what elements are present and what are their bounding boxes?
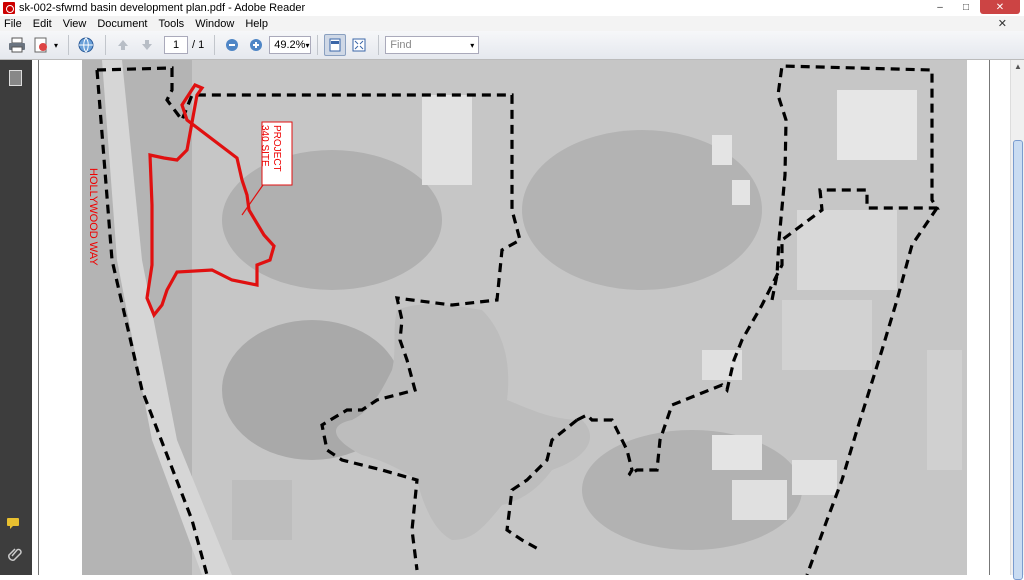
menu-edit[interactable]: Edit <box>33 18 52 30</box>
zoom-select[interactable]: 49.2% ▾ <box>269 36 312 54</box>
vertical-scrollbar[interactable]: ▲ <box>1010 60 1024 580</box>
road-label: HOLLYWOOD WAY <box>87 168 99 266</box>
zoom-in-button[interactable] <box>245 34 267 56</box>
site-plan-drawing <box>82 60 967 575</box>
toolbar-separator <box>68 35 70 55</box>
chevron-down-icon[interactable]: ▾ <box>470 41 474 50</box>
pages-icon[interactable] <box>9 70 22 86</box>
menu-document[interactable]: Document <box>97 18 147 30</box>
fit-page-icon <box>352 38 366 52</box>
menu-bar: File Edit View Document Tools Window Hel… <box>0 16 1024 31</box>
share-button[interactable] <box>30 34 52 56</box>
window-controls: – □ ✕ <box>928 0 1020 14</box>
page-total: / 1 <box>192 39 205 51</box>
menu-view[interactable]: View <box>63 18 87 30</box>
close-button[interactable]: ✕ <box>980 0 1020 14</box>
next-page-button[interactable] <box>136 34 158 56</box>
toolbar: ▾ / 1 49.2% ▾ Find ▾ <box>0 31 1024 60</box>
navigation-panel <box>0 60 32 575</box>
arrow-down-icon <box>142 40 153 50</box>
menu-tools[interactable]: Tools <box>159 18 185 30</box>
fit-width-button[interactable] <box>324 34 347 56</box>
chevron-down-icon: ▾ <box>305 40 310 50</box>
adobe-reader-icon <box>3 2 15 14</box>
page-edge-right <box>989 60 990 575</box>
window-title: sk-002-sfwmd basin development plan.pdf … <box>19 2 306 14</box>
chevron-down-icon[interactable]: ▾ <box>54 41 58 50</box>
menu-help[interactable]: Help <box>245 18 268 30</box>
find-box[interactable]: Find ▾ <box>385 36 480 54</box>
toolbar-separator <box>378 35 380 55</box>
toolbar-separator <box>105 35 107 55</box>
page-edge-left <box>38 60 39 575</box>
toolbar-separator <box>317 35 319 55</box>
scrollbar-thumb[interactable] <box>1013 140 1023 580</box>
print-button[interactable] <box>6 34 28 56</box>
title-bar: sk-002-sfwmd basin development plan.pdf … <box>0 0 1024 16</box>
toolbar-separator <box>214 35 216 55</box>
menu-window[interactable]: Window <box>195 18 234 30</box>
scroll-up-icon[interactable]: ▲ <box>1014 62 1022 71</box>
fit-width-icon <box>329 38 341 52</box>
zoom-value: 49.2% <box>274 39 306 51</box>
collaborate-button[interactable] <box>75 34 97 56</box>
project-label-line2: 340 SITE <box>259 125 270 167</box>
previous-page-button[interactable] <box>112 34 134 56</box>
document-share-icon <box>34 37 47 53</box>
arrow-up-icon <box>118 40 129 50</box>
zoom-in-icon <box>250 39 263 51</box>
document-close-button[interactable]: ✕ <box>998 17 1007 30</box>
globe-icon <box>78 37 94 53</box>
zoom-out-icon <box>226 39 239 51</box>
maximize-button[interactable]: □ <box>954 0 978 14</box>
minimize-button[interactable]: – <box>928 0 952 14</box>
aerial-site-plan: HOLLYWOOD WAY PROJECT 340 SITE <box>82 60 967 575</box>
comment-icon[interactable] <box>7 518 23 530</box>
page-number-input[interactable] <box>164 36 189 54</box>
attachment-icon[interactable] <box>8 547 22 563</box>
printer-icon <box>9 37 25 53</box>
menu-file[interactable]: File <box>4 18 22 30</box>
zoom-out-button[interactable] <box>221 34 243 56</box>
fit-page-button[interactable] <box>348 34 370 56</box>
project-label-line1: PROJECT <box>271 125 282 172</box>
project-label: PROJECT 340 SITE <box>258 125 282 172</box>
find-input[interactable]: Find <box>390 39 411 51</box>
